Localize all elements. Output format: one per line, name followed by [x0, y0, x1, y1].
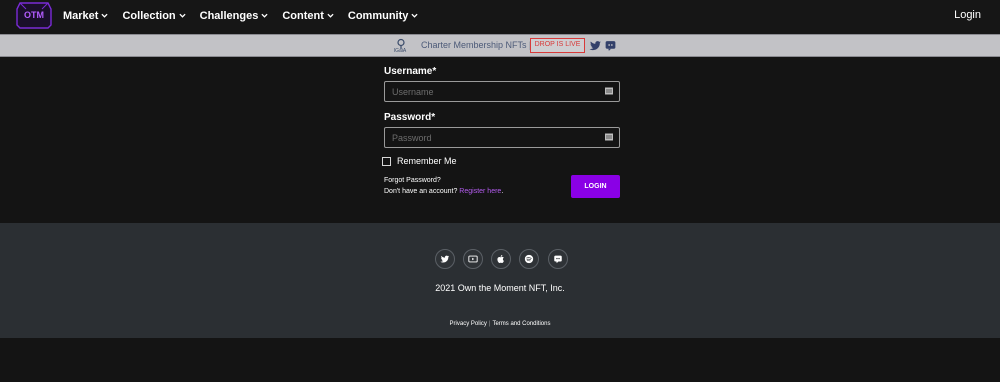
chevron-down-icon	[179, 13, 186, 18]
password-input[interactable]	[385, 128, 585, 148]
username-input[interactable]	[385, 82, 585, 102]
menu-item-label: Market	[63, 9, 99, 22]
register-link[interactable]: Register here	[459, 188, 501, 195]
twitter-icon[interactable]	[435, 249, 455, 269]
menu-item-label: Community	[347, 9, 409, 22]
privacy-policy-link[interactable]: Privacy Policy	[450, 321, 487, 327]
menu-item-challenges[interactable]: Challenges	[200, 10, 269, 22]
forgot-password-link[interactable]: Forgot Password?	[384, 177, 441, 184]
main-menu: Market Collection Challenges Content Com…	[63, 0, 432, 31]
chevron-down-icon	[261, 13, 268, 18]
menu-item-label: Challenges	[199, 9, 259, 22]
legal-links: Privacy Policy | Terms and Conditions	[0, 321, 1000, 327]
no-account-label: Don't have an account?	[384, 188, 458, 195]
login-button[interactable]: LOGIN	[571, 175, 620, 198]
otm-logo[interactable]: OTM	[16, 1, 52, 29]
twitter-icon[interactable]	[589, 39, 602, 52]
copyright-text: 2021 Own the Moment NFT, Inc.	[435, 283, 565, 293]
username-label: Username*	[384, 66, 437, 77]
chevron-down-icon	[411, 13, 418, 18]
chevron-down-icon	[101, 13, 109, 18]
logo-text: OTM	[24, 10, 44, 20]
chevron-down-icon	[327, 13, 334, 18]
menu-item-label: Collection	[122, 9, 176, 22]
menu-item-content[interactable]: Content	[282, 10, 334, 22]
remember-me-label: Remember Me	[397, 156, 457, 166]
announcement-text: Charter Membership NFTs |	[421, 40, 532, 50]
password-label: Password*	[384, 112, 436, 123]
no-account-text: Don't have an account? Register here.	[384, 188, 503, 195]
igaia-logo-text: IGaiA	[393, 48, 407, 54]
spotify-icon[interactable]	[519, 249, 539, 269]
username-field-wrapper	[384, 81, 620, 102]
discord-icon[interactable]	[548, 249, 568, 269]
drop-live-badge[interactable]: DROP IS LIVE	[530, 38, 585, 53]
legal-separator: |	[488, 321, 491, 327]
nav-login-link[interactable]: Login	[954, 9, 981, 21]
menu-item-collection[interactable]: Collection	[122, 9, 186, 22]
announcement-bar: IGaiA Charter Membership NFTs | DROP IS …	[0, 34, 1000, 57]
menu-item-community[interactable]: Community	[348, 10, 419, 22]
footer: 2021 Own the Moment NFT, Inc. Privacy Po…	[0, 223, 1000, 338]
menu-item-label: Content	[282, 9, 324, 22]
menu-item-market[interactable]: Market	[63, 9, 109, 22]
password-field-wrapper	[384, 127, 620, 148]
keyboard-icon[interactable]	[605, 133, 613, 141]
discord-icon[interactable]	[604, 39, 617, 52]
remember-me-checkbox[interactable]	[382, 157, 391, 166]
terms-link[interactable]: Terms and Conditions	[492, 321, 550, 327]
youtube-icon[interactable]	[463, 249, 483, 269]
top-nav: OTM Market Collection Challenges Content…	[0, 0, 1000, 34]
register-suffix: .	[501, 188, 504, 195]
apple-icon[interactable]	[491, 249, 511, 269]
keyboard-icon[interactable]	[605, 87, 613, 95]
